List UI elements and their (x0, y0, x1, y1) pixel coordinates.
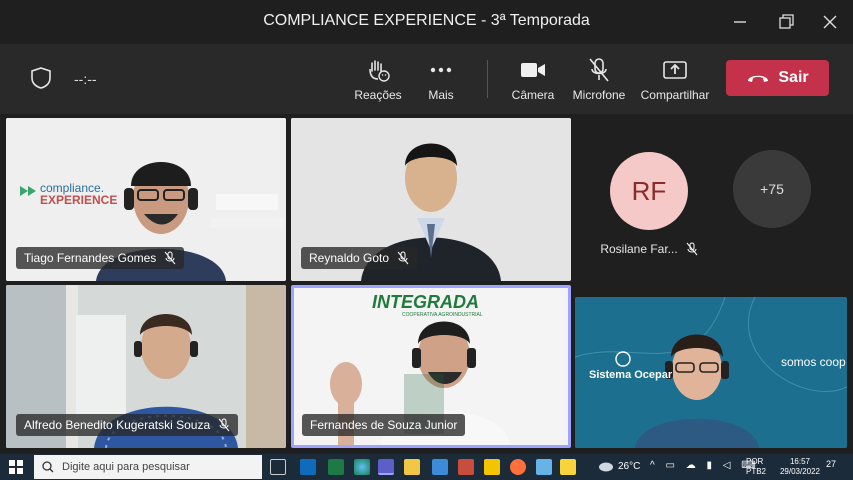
close-button[interactable] (816, 8, 844, 36)
share-button[interactable]: Compartilhar (637, 56, 713, 102)
maximize-button[interactable] (772, 8, 800, 36)
mic-off-icon (218, 418, 230, 432)
notification-center[interactable]: 27 (826, 459, 836, 469)
somoscoop-logo: somos coop (781, 355, 846, 369)
participant-name-tag: Tiago Fernandes Gomes (16, 247, 185, 269)
minimize-icon (734, 21, 746, 23)
more-button[interactable]: Mais (405, 56, 477, 102)
camera-button[interactable]: Câmera (497, 56, 569, 102)
more-icon (405, 56, 477, 84)
shield-icon[interactable] (30, 66, 52, 95)
notification-count: 27 (826, 459, 837, 469)
minimize-button[interactable] (726, 8, 754, 36)
share-icon (637, 56, 713, 84)
hangup-icon (748, 75, 769, 82)
participant-name-tag: Alfredo Benedito Kugeratski Souza (16, 414, 239, 436)
camera-label: Câmera (511, 88, 555, 102)
restore-icon (779, 14, 794, 29)
integrada-subtitle: COOPERATIVA AGROINDUSTRIAL (402, 312, 483, 318)
more-label: Mais (428, 88, 454, 102)
reactions-button[interactable]: Reações (342, 56, 414, 102)
windows-icon (9, 460, 23, 474)
video-stage: compliance. EXPERIENCE Tiago Fernandes G… (0, 114, 853, 454)
title-bar: COMPLIANCE EXPERIENCE - 3ª Temporada (0, 0, 853, 44)
reactions-label: Reações (354, 88, 402, 102)
mic-off-icon (164, 251, 176, 265)
share-label: Compartilhar (640, 88, 710, 102)
excel-icon[interactable] (328, 459, 344, 475)
camera-icon (497, 56, 569, 84)
app-icon[interactable] (458, 459, 474, 475)
avatar: RF (610, 152, 688, 230)
leave-button[interactable]: Sair (726, 60, 829, 96)
video-tile[interactable]: compliance. EXPERIENCE Tiago Fernandes G… (6, 118, 286, 281)
cloud-icon (599, 462, 613, 472)
video-tile-active-speaker[interactable]: INTEGRADA COOPERATIVA AGROINDUSTRIAL Fer… (291, 285, 571, 448)
meeting-timer: --:-- (74, 71, 97, 87)
compliance-logo: compliance. EXPERIENCE (40, 181, 118, 207)
video-tile[interactable]: Reynaldo Goto (291, 118, 571, 281)
task-view-icon[interactable] (270, 459, 286, 475)
participant-name-tag: Reynaldo Goto (301, 247, 418, 269)
input-language[interactable]: POR PTB2 (746, 457, 766, 477)
weather-widget[interactable]: 26°C (598, 460, 640, 472)
meeting-toolbar: --:-- Reações Mais Câmera Microfone Comp… (0, 44, 853, 114)
clock[interactable]: 16:57 29/03/2022 (778, 457, 822, 477)
ocepar-logo: Sistema Ocepar (589, 369, 673, 381)
overflow-participants-button[interactable]: +75 (733, 150, 811, 228)
taskbar-search[interactable]: Digite aqui para pesquisar (34, 455, 262, 479)
leave-label: Sair (778, 69, 809, 86)
search-placeholder: Digite aqui para pesquisar (62, 461, 190, 473)
reactions-icon (342, 56, 414, 84)
start-button[interactable] (9, 460, 23, 479)
search-icon (42, 461, 54, 473)
roster-name: Rosilane Far... (594, 242, 704, 256)
edge-icon[interactable] (354, 459, 370, 475)
integrada-banner: INTEGRADA (372, 292, 479, 312)
toolbar-divider (487, 60, 488, 98)
firefox-icon[interactable] (510, 459, 526, 475)
video-tile[interactable]: Sistema Ocepar somos coop (575, 297, 847, 448)
star-app-icon[interactable] (484, 459, 500, 475)
microphone-label: Microfone (572, 88, 626, 102)
microphone-button[interactable]: Microfone (563, 56, 635, 102)
roster-participant[interactable]: RF Rosilane Far... (594, 152, 704, 256)
video-tile[interactable]: Alfredo Benedito Kugeratski Souza (6, 285, 286, 448)
app-icon[interactable] (536, 459, 552, 475)
overflow-count: +75 (733, 150, 811, 228)
system-tray-icons[interactable]: ^ ▭ ☁ ▮ ◁ ⌨ (650, 460, 760, 471)
taskbar: Digite aqui para pesquisar 26°C ^ ▭ ☁ ▮ … (0, 454, 853, 480)
teams-icon[interactable] (378, 459, 394, 475)
mic-off-icon (686, 242, 698, 256)
outlook-icon[interactable] (300, 459, 316, 475)
participant-name-tag: Fernandes de Souza Junior (302, 414, 466, 436)
close-icon (823, 15, 837, 29)
app-icon[interactable] (432, 459, 448, 475)
file-explorer-icon[interactable] (404, 459, 420, 475)
sticky-notes-icon[interactable] (560, 459, 576, 475)
mic-off-icon (397, 251, 409, 265)
mic-off-icon (563, 56, 635, 84)
